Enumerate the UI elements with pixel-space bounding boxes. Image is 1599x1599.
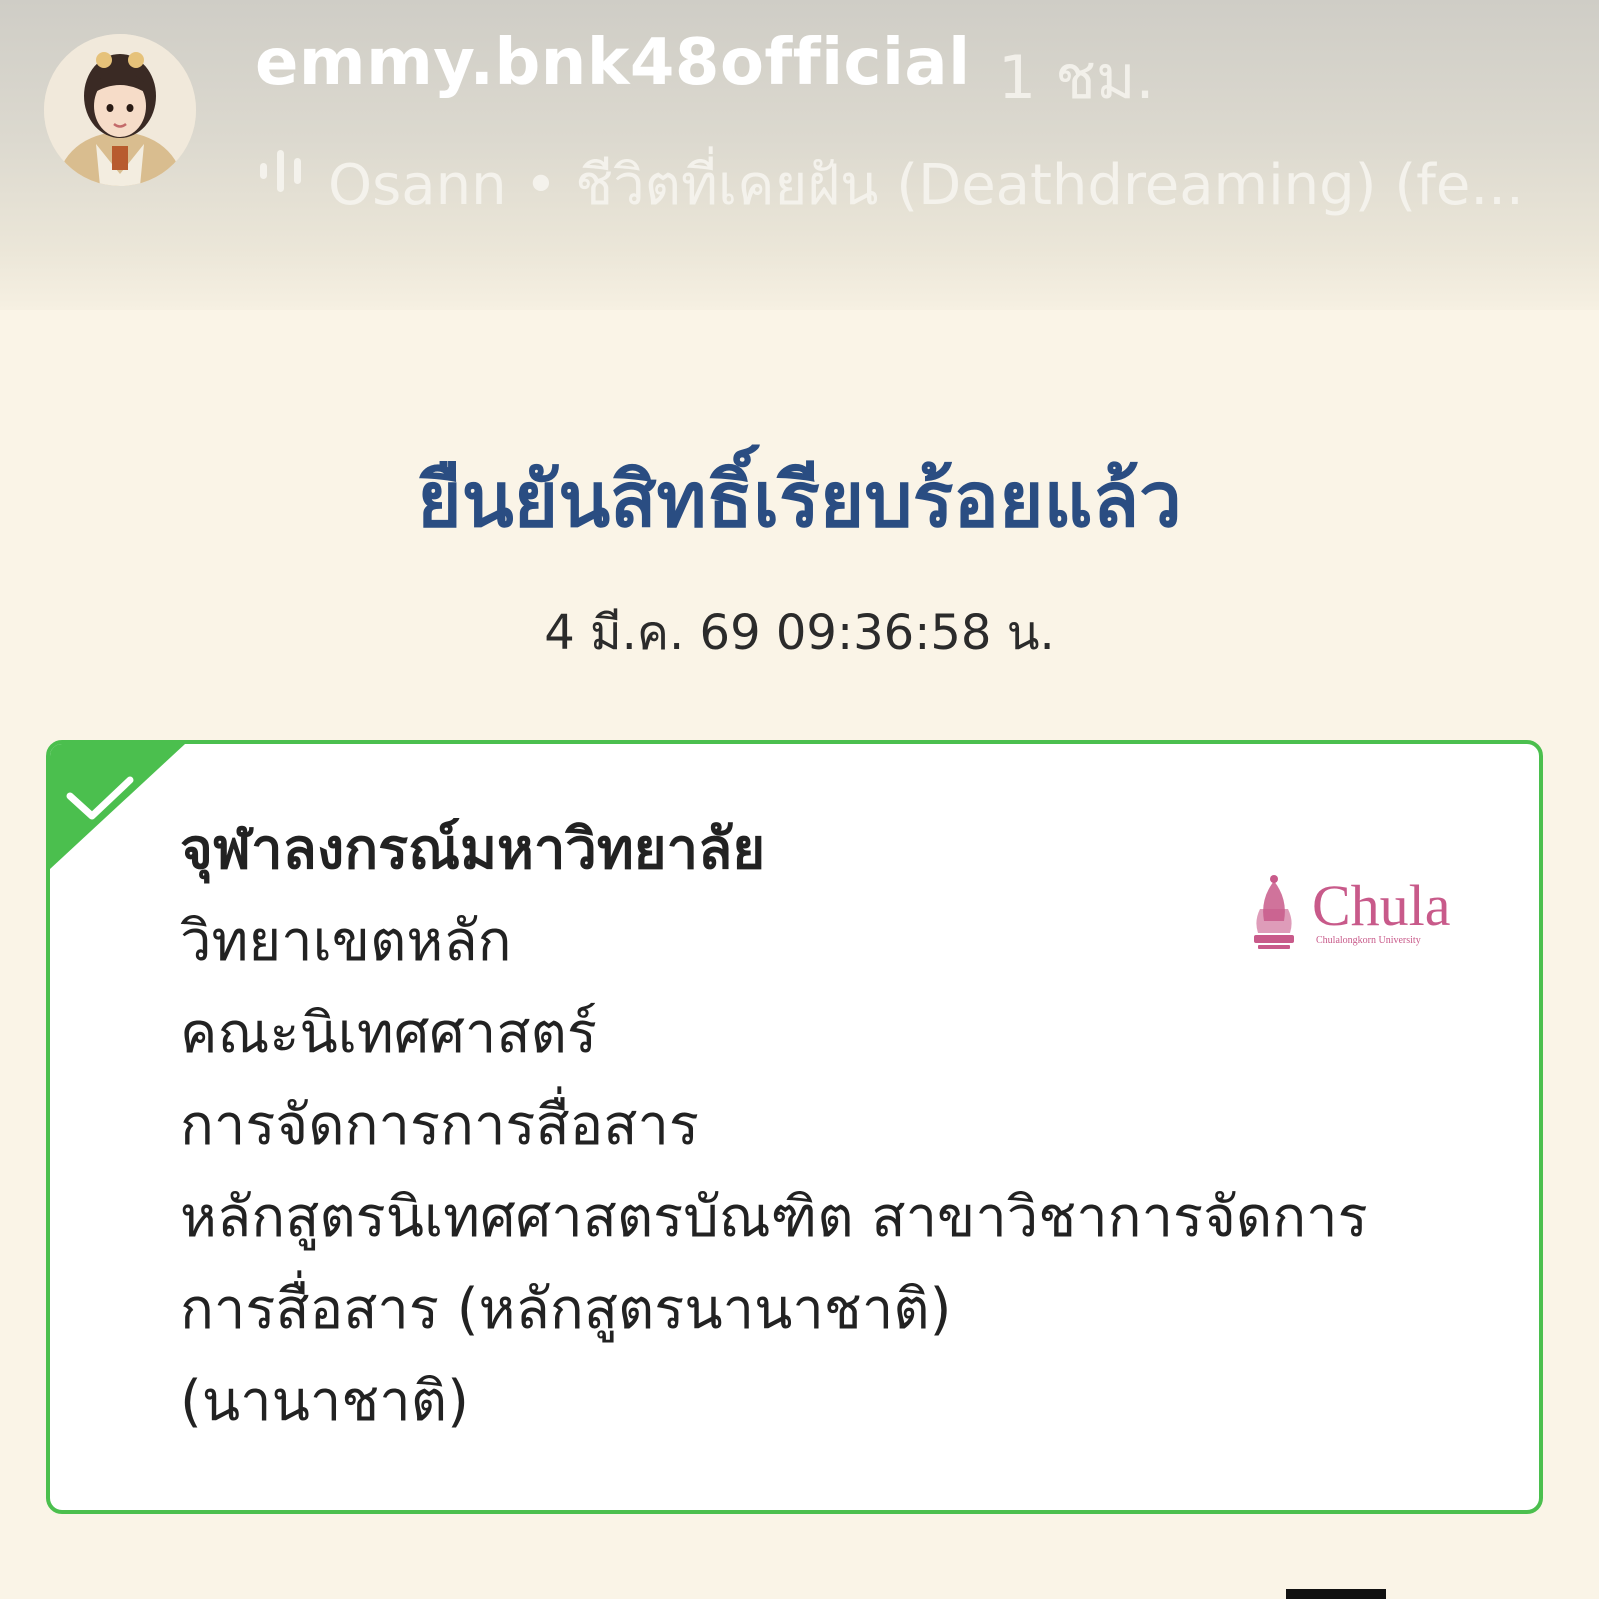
story-header: emmy.bnk48official 1 ชม. Osann • ชีวิตที… bbox=[0, 0, 1599, 310]
university-name: จุฬาลงกรณ์มหาวิทยาลัย bbox=[180, 817, 766, 882]
home-indicator bbox=[1286, 1589, 1386, 1599]
card-lines: จุฬาลงกรณ์มหาวิทยาลัย วิทยาเขตหลัก คณะนิ… bbox=[180, 804, 1400, 1448]
major-name: การจัดการการสื่อสาร bbox=[180, 1093, 699, 1158]
avatar-image bbox=[44, 34, 196, 186]
campus-name: วิทยาเขตหลัก bbox=[180, 909, 512, 974]
program-name: หลักสูตรนิเทศศาสตรบัณฑิต สาขาวิชาการจัดก… bbox=[180, 1185, 1368, 1342]
audio-wave-icon[interactable] bbox=[258, 146, 304, 196]
story-username[interactable]: emmy.bnk48official bbox=[255, 26, 971, 100]
chula-logo: Chula Chulalongkorn University bbox=[1254, 873, 1451, 949]
program-type: (นานาชาติ) bbox=[180, 1369, 469, 1434]
story-music-label[interactable]: Osann • ชีวิตที่เคยฝัน (Deathdreaming) (… bbox=[328, 140, 1548, 229]
faculty-name: คณะนิเทศศาสตร์ bbox=[180, 1001, 597, 1066]
avatar[interactable] bbox=[44, 34, 196, 186]
logo-text: Chula bbox=[1312, 873, 1451, 938]
confirmation-title: ยืนยันสิทธิ์เรียบร้อยแล้ว bbox=[417, 455, 1182, 544]
logo-subtext: Chulalongkorn University bbox=[1316, 935, 1421, 946]
confirmation-datetime: 4 มี.ค. 69 09:36:58 น. bbox=[544, 605, 1055, 661]
check-icon bbox=[50, 744, 185, 869]
story-time-ago: 1 ชม. bbox=[998, 43, 1155, 113]
admission-result-card: จุฬาลงกรณ์มหาวิทยาลัย วิทยาเขตหลัก คณะนิ… bbox=[46, 740, 1543, 1514]
